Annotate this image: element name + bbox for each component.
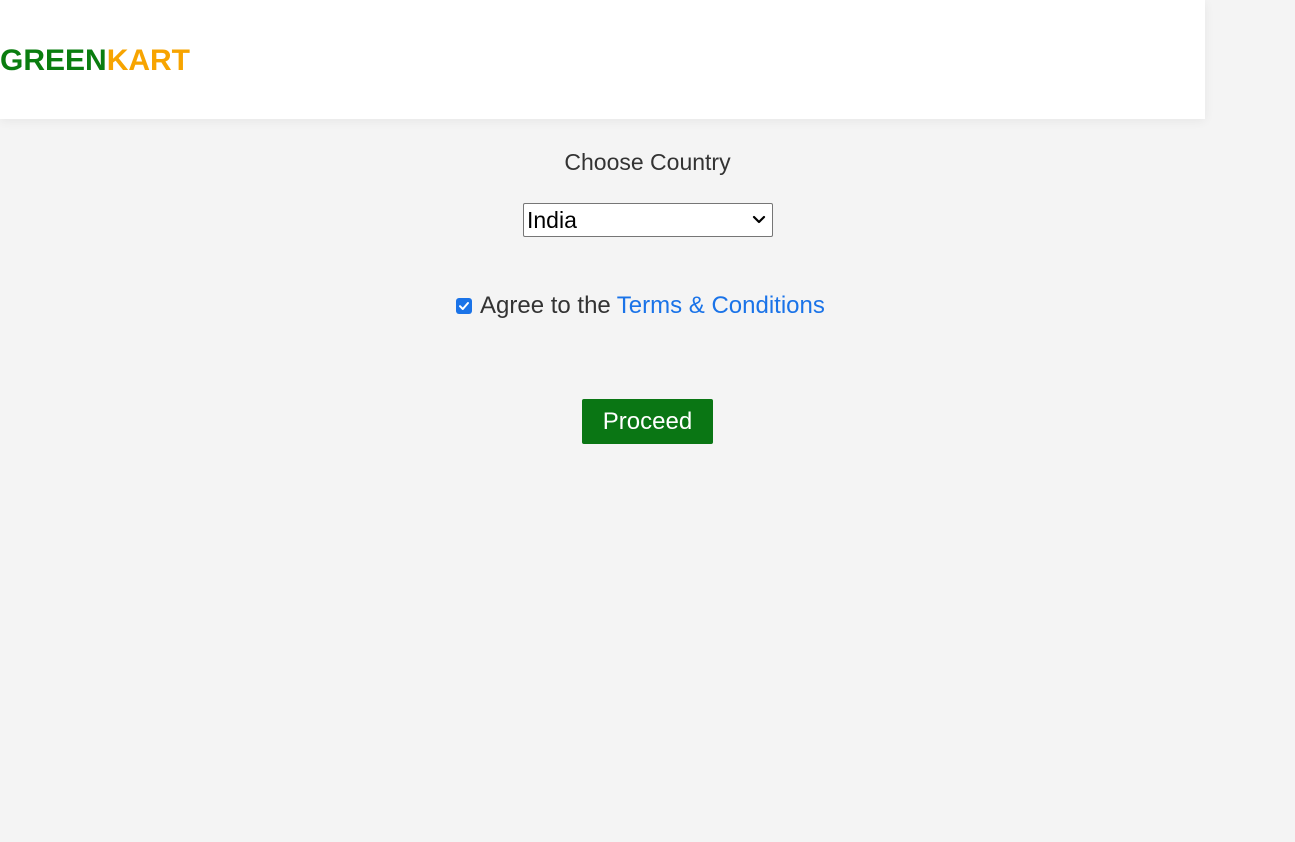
site-header: GREENKART	[0, 0, 1205, 119]
agree-label: Agree to the	[480, 292, 611, 319]
brand-logo-green: GREEN	[0, 44, 107, 77]
proceed-button[interactable]: Proceed	[582, 399, 713, 444]
brand-logo: GREENKART	[0, 44, 190, 78]
terms-agreement-row: Agree to the Terms & Conditions	[456, 290, 825, 322]
checkmark-icon	[459, 302, 469, 310]
brand-logo-orange: KART	[106, 44, 191, 77]
country-select[interactable]: India	[523, 203, 773, 237]
country-select-wrapper: India	[523, 203, 773, 237]
terms-conditions-link[interactable]: Terms & Conditions	[617, 291, 825, 321]
choose-country-label: Choose Country	[564, 149, 731, 175]
agree-checkbox[interactable]	[456, 298, 472, 314]
